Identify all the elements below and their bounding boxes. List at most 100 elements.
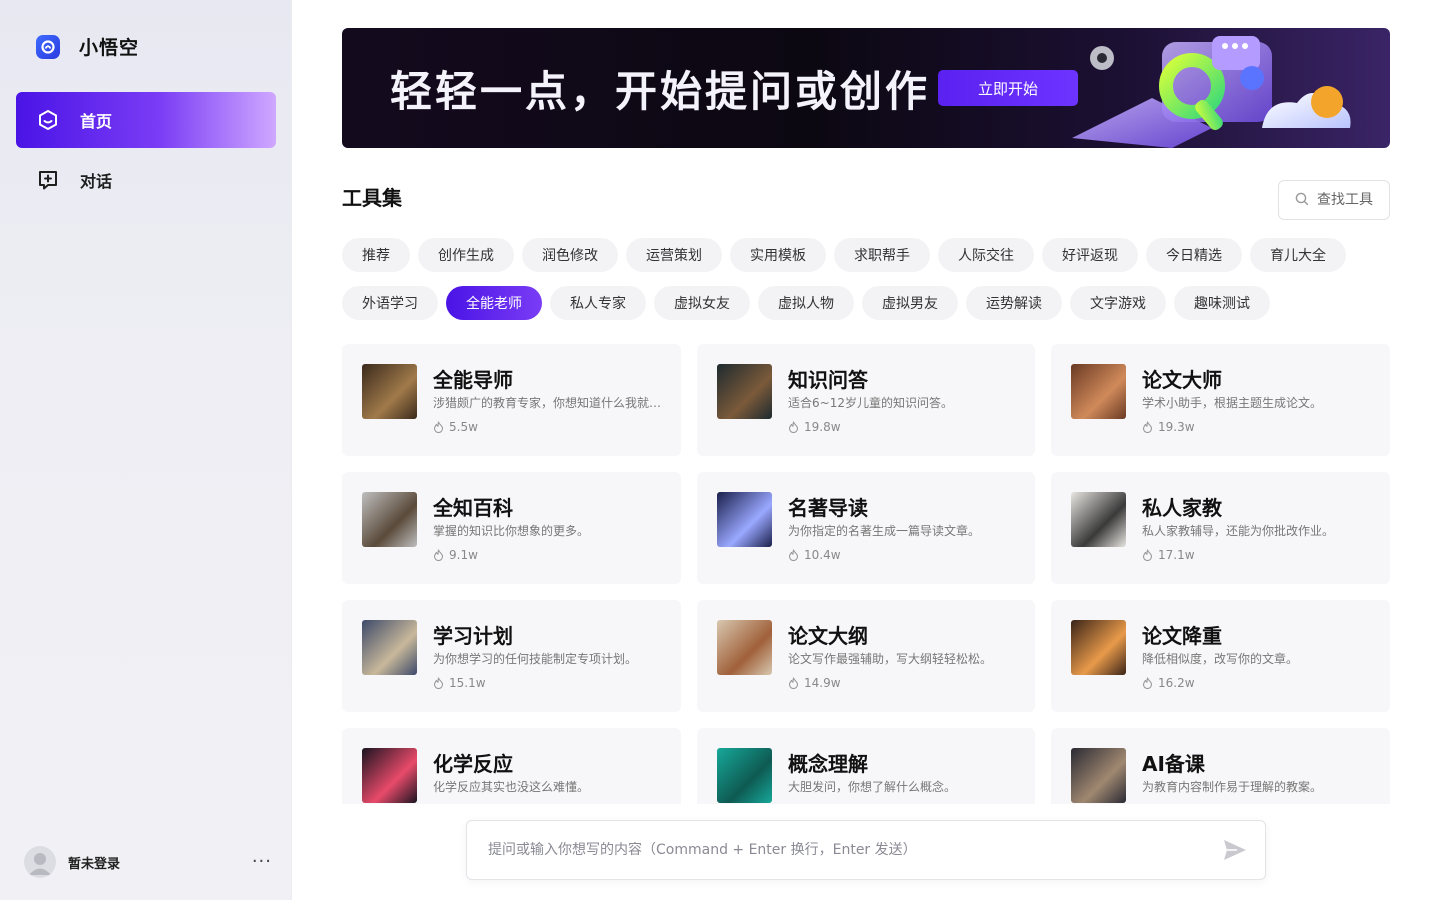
flame-icon	[788, 549, 799, 561]
tool-card[interactable]: 论文大师 学术小助手，根据主题生成论文。 19.3w	[1051, 344, 1390, 456]
banner-illustration-icon	[1072, 36, 1351, 148]
tool-thumbnail	[362, 620, 417, 675]
tool-search-input[interactable]	[1317, 192, 1387, 208]
category-tag[interactable]: 虚拟女友	[654, 286, 750, 320]
tool-card-description: 为你指定的名著生成一篇导读文章。	[788, 524, 981, 538]
flame-icon	[788, 421, 799, 433]
tool-card[interactable]: 论文大纲论文写作最强辅助，写大纲轻轻松松。 14.9w	[697, 600, 1035, 712]
usage-count-value: 19.8w	[804, 420, 841, 434]
category-tag[interactable]: 运营策划	[626, 238, 722, 272]
category-tag[interactable]: 趣味测试	[1174, 286, 1270, 320]
tool-card[interactable]: 名著导读 为你指定的名著生成一篇导读文章。 10.4w	[697, 472, 1035, 584]
tool-card[interactable]: 论文降重降低相似度，改写你的文章。 16.2w	[1051, 600, 1390, 712]
tool-card[interactable]: 知识问答适合6~12岁儿童的知识问答。 19.8w	[697, 344, 1035, 456]
user-name[interactable]: 暂未登录	[68, 853, 120, 872]
tool-card-description: 适合6~12岁儿童的知识问答。	[788, 396, 953, 410]
nav-item-chat[interactable]: 对话	[16, 152, 276, 208]
category-tag[interactable]: 虚拟男友	[862, 286, 958, 320]
tool-card-description: 为教育内容制作易于理解的教案。	[1142, 780, 1323, 794]
category-tag[interactable]: 今日精选	[1146, 238, 1242, 272]
tool-card-title: 全能导师	[433, 368, 513, 392]
tool-thumbnail	[717, 492, 772, 547]
tool-card-title: 论文大纲	[788, 624, 868, 648]
usage-count-value: 9.1w	[449, 548, 478, 562]
usage-count-value: 14.9w	[804, 676, 841, 690]
section-title: 工具集	[342, 186, 402, 210]
tool-thumbnail	[362, 748, 417, 803]
category-tag[interactable]: 人际交往	[938, 238, 1034, 272]
tool-card[interactable]: 全能导师涉猎颇广的教育专家，你想知道什么我就告诉你。 5.5w	[342, 344, 681, 456]
tool-card[interactable]: 全知百科掌握的知识比你想象的更多。 9.1w	[342, 472, 681, 584]
usage-count-value: 16.2w	[1158, 676, 1195, 690]
start-now-button[interactable]: 立即开始	[938, 70, 1078, 106]
category-tag[interactable]: 实用模板	[730, 238, 826, 272]
tool-card-title: AI备课	[1142, 752, 1205, 776]
prompt-input[interactable]	[488, 842, 1209, 858]
flame-icon	[433, 549, 444, 561]
category-tag[interactable]: 推荐	[342, 238, 410, 272]
category-tag[interactable]: 求职帮手	[834, 238, 930, 272]
nav-item-label: 对话	[80, 172, 113, 191]
app-logo-icon	[36, 34, 60, 59]
tool-card-description: 化学反应其实也没这么难懂。	[433, 780, 590, 794]
flame-icon	[433, 677, 444, 689]
category-tag[interactable]: 文字游戏	[1070, 286, 1166, 320]
promo-banner[interactable]: 轻轻一点，开始提问或创作 立即开始	[342, 28, 1390, 148]
usage-count: 5.5w	[433, 420, 478, 434]
tool-card-title: 概念理解	[788, 752, 868, 776]
brand[interactable]: 小悟空	[36, 33, 139, 60]
category-tag[interactable]: 外语学习	[342, 286, 438, 320]
nav-item-home[interactable]: 首页	[16, 92, 276, 148]
tool-card[interactable]: 化学反应化学反应其实也没这么难懂。	[342, 728, 681, 804]
tool-search-box[interactable]	[1278, 180, 1390, 220]
usage-count: 19.3w	[1142, 420, 1195, 434]
tool-card-description: 降低相似度，改写你的文章。	[1142, 652, 1299, 666]
usage-count-value: 5.5w	[449, 420, 478, 434]
tool-card[interactable]: 概念理解 大胆发问，你想了解什么概念。	[697, 728, 1035, 804]
tool-card-description: 掌握的知识比你想象的更多。	[433, 524, 590, 538]
chat-add-icon	[36, 168, 60, 192]
category-tag[interactable]: 私人专家	[550, 286, 646, 320]
tool-card-title: 论文降重	[1142, 624, 1222, 648]
tool-card-description: 为你想学习的任何技能制定专项计划。	[433, 652, 638, 666]
tool-card-title: 论文大师	[1142, 368, 1222, 392]
flame-icon	[433, 421, 444, 433]
avatar[interactable]	[24, 846, 56, 878]
usage-count: 10.4w	[788, 548, 841, 562]
category-tag[interactable]: 润色修改	[522, 238, 618, 272]
tool-card[interactable]: 学习计划 为你想学习的任何技能制定专项计划。 15.1w	[342, 600, 681, 712]
tool-thumbnail	[717, 364, 772, 419]
banner-title: 轻轻一点，开始提问或创作	[390, 67, 931, 116]
category-tag[interactable]: 育儿大全	[1250, 238, 1346, 272]
usage-count-value: 19.3w	[1158, 420, 1195, 434]
tool-card[interactable]: 私人家教私人家教辅导，还能为你批改作业。 17.1w	[1051, 472, 1390, 584]
tool-card-title: 私人家教	[1142, 496, 1222, 520]
category-tag[interactable]: 好评返现	[1042, 238, 1138, 272]
category-tag[interactable]: 创作生成	[418, 238, 514, 272]
tool-card-description: 私人家教辅导，还能为你批改作业。	[1142, 524, 1335, 538]
tool-thumbnail	[1071, 364, 1126, 419]
tool-thumbnail	[717, 620, 772, 675]
category-tag[interactable]: 运势解读	[966, 286, 1062, 320]
usage-count: 16.2w	[1142, 676, 1195, 690]
more-options-button[interactable]: ···	[252, 853, 272, 871]
usage-count-value: 10.4w	[804, 548, 841, 562]
tool-thumbnail	[362, 364, 417, 419]
tool-card[interactable]: AI备课为教育内容制作易于理解的教案。	[1051, 728, 1390, 804]
usage-count: 17.1w	[1142, 548, 1195, 562]
tool-thumbnail	[362, 492, 417, 547]
tool-card-title: 全知百科	[433, 496, 513, 520]
tool-thumbnail	[1071, 492, 1126, 547]
flame-icon	[1142, 421, 1153, 433]
send-button[interactable]	[1221, 836, 1249, 864]
tool-thumbnail	[1071, 620, 1126, 675]
category-tag[interactable]: 虚拟人物	[758, 286, 854, 320]
tool-card-title: 学习计划	[433, 624, 513, 648]
tool-card-title: 化学反应	[433, 752, 513, 776]
category-tag[interactable]: 全能老师	[446, 286, 542, 320]
prompt-composer	[466, 820, 1266, 880]
tool-card-description: 论文写作最强辅助，写大纲轻轻松松。	[788, 652, 993, 666]
tool-card-title: 知识问答	[788, 368, 868, 392]
flame-icon	[1142, 549, 1153, 561]
tool-thumbnail	[717, 748, 772, 803]
